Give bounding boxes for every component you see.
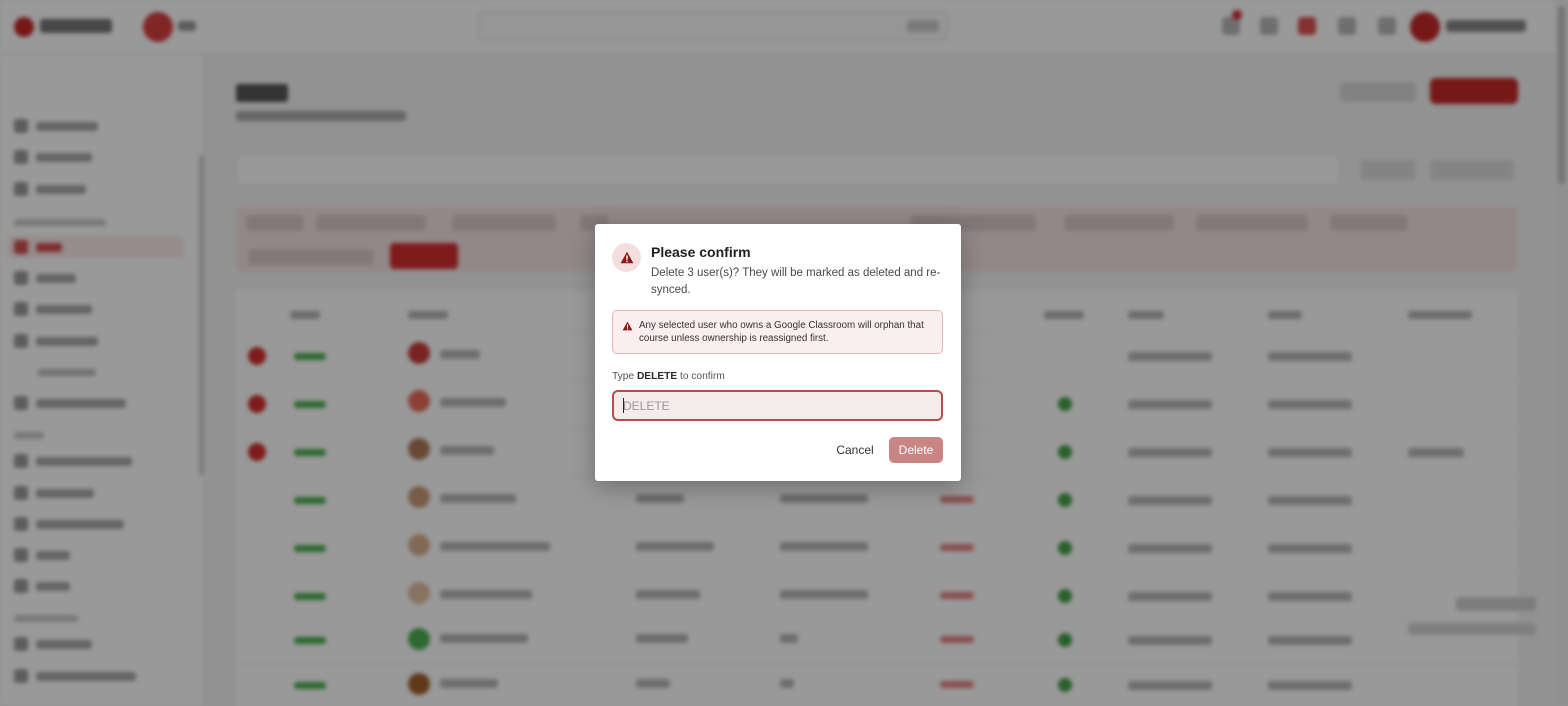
warning-text: Any selected user who owns a Google Clas… (639, 320, 924, 344)
instruction-prefix: Type (612, 371, 635, 382)
instruction-keyword: DELETE (636, 371, 678, 382)
confirm-dialog: Please confirm Delete 3 user(s)? They wi… (595, 224, 961, 481)
confirm-text-input[interactable] (612, 390, 943, 421)
delete-button[interactable]: Delete (889, 437, 943, 463)
instruction-suffix: to confirm (679, 371, 725, 382)
confirm-instruction: Type DELETE to confirm (612, 371, 725, 382)
warning-triangle-icon (622, 321, 633, 331)
dialog-icon-badge (612, 243, 641, 272)
cancel-button[interactable]: Cancel (831, 438, 879, 462)
text-caret (623, 398, 624, 413)
warning-callout: Any selected user who owns a Google Clas… (612, 310, 943, 354)
warning-triangle-icon (620, 251, 633, 264)
dialog-title: Please confirm (651, 244, 751, 260)
dialog-message: Delete 3 user(s)? They will be marked as… (651, 267, 941, 296)
